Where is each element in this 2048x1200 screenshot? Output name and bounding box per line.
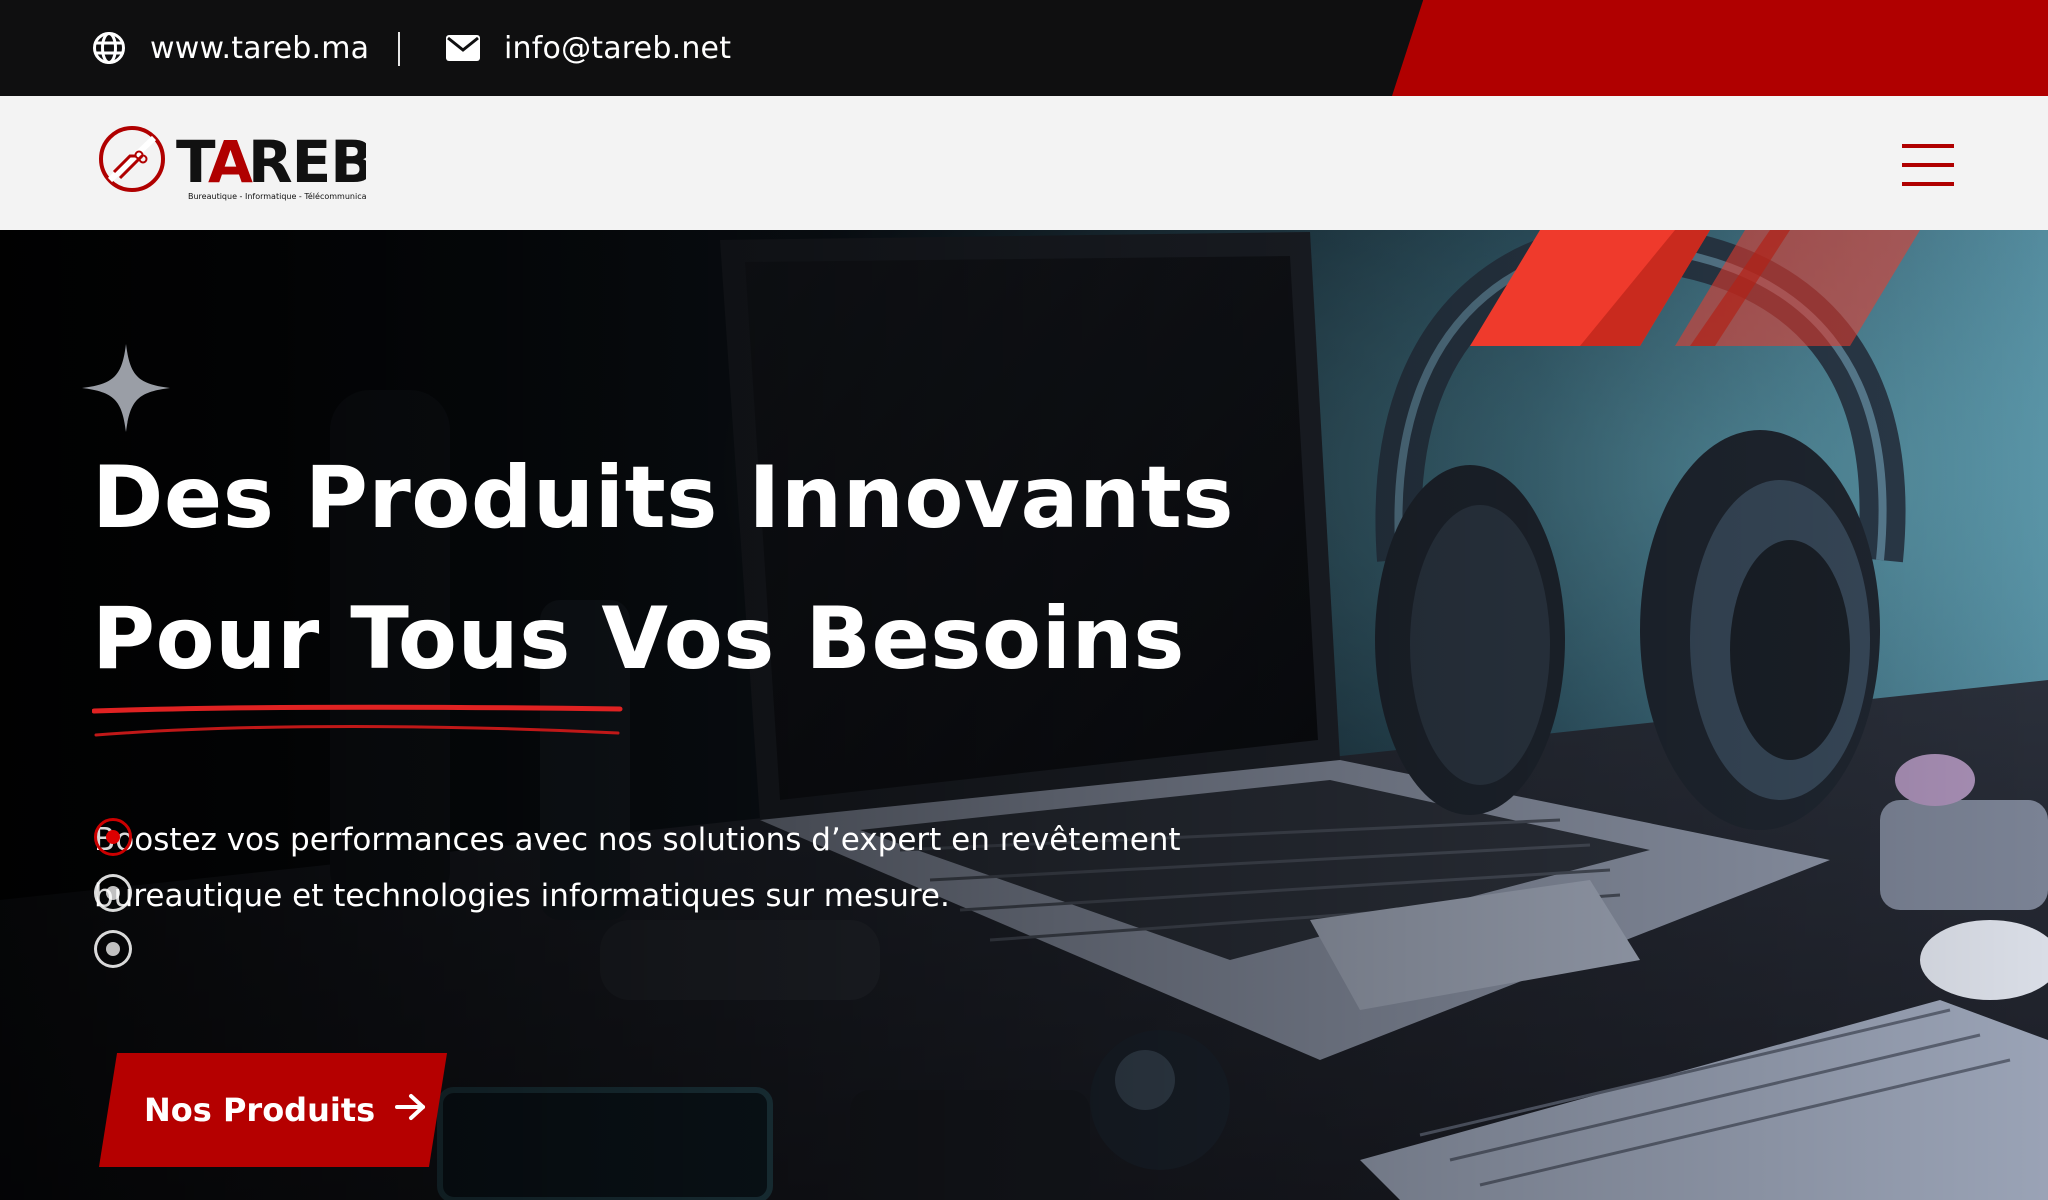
email-link[interactable]: info@tareb.net (446, 0, 731, 96)
brand-logo[interactable]: T A REB Bureautique - Informatique - Tél… (96, 122, 382, 204)
hamburger-menu-icon[interactable] (1902, 144, 1954, 186)
slider-dot-3[interactable] (94, 930, 132, 968)
hero-title-line-1: Des Produits Innovants (92, 448, 1235, 548)
slider-dot-2[interactable] (94, 874, 132, 912)
title-underline-brush (92, 704, 623, 737)
envelope-icon (446, 35, 480, 61)
sparkle-icon (82, 344, 170, 432)
top-contact-bar: www.tareb.ma info@tareb.net (0, 0, 2048, 96)
logo-emblem-icon (99, 126, 165, 192)
arrow-right-icon (395, 1091, 427, 1129)
svg-text:REB: REB (248, 128, 366, 196)
nos-produits-button[interactable]: Nos Produits (98, 1053, 448, 1167)
hero-red-stripes (1470, 230, 1920, 346)
email-text: info@tareb.net (504, 30, 732, 66)
contact-divider (398, 32, 400, 66)
globe-icon (92, 31, 126, 65)
navbar: T A REB Bureautique - Informatique - Tél… (0, 96, 2048, 230)
topbar-red-accent (1392, 0, 2048, 96)
cta-label: Nos Produits (144, 1091, 376, 1129)
hero-title-line-2: Pour Tous Vos Besoins (92, 589, 1185, 689)
slider-dot-1[interactable] (94, 818, 132, 856)
website-text: www.tareb.ma (150, 30, 370, 66)
svg-text:A: A (208, 128, 253, 196)
hero-subtitle: Boostez vos performances avec nos soluti… (94, 822, 1181, 914)
svg-text:Bureautique - Informatique - T: Bureautique - Informatique - Télécommuni… (188, 191, 366, 201)
website-link[interactable]: www.tareb.ma (92, 0, 369, 96)
